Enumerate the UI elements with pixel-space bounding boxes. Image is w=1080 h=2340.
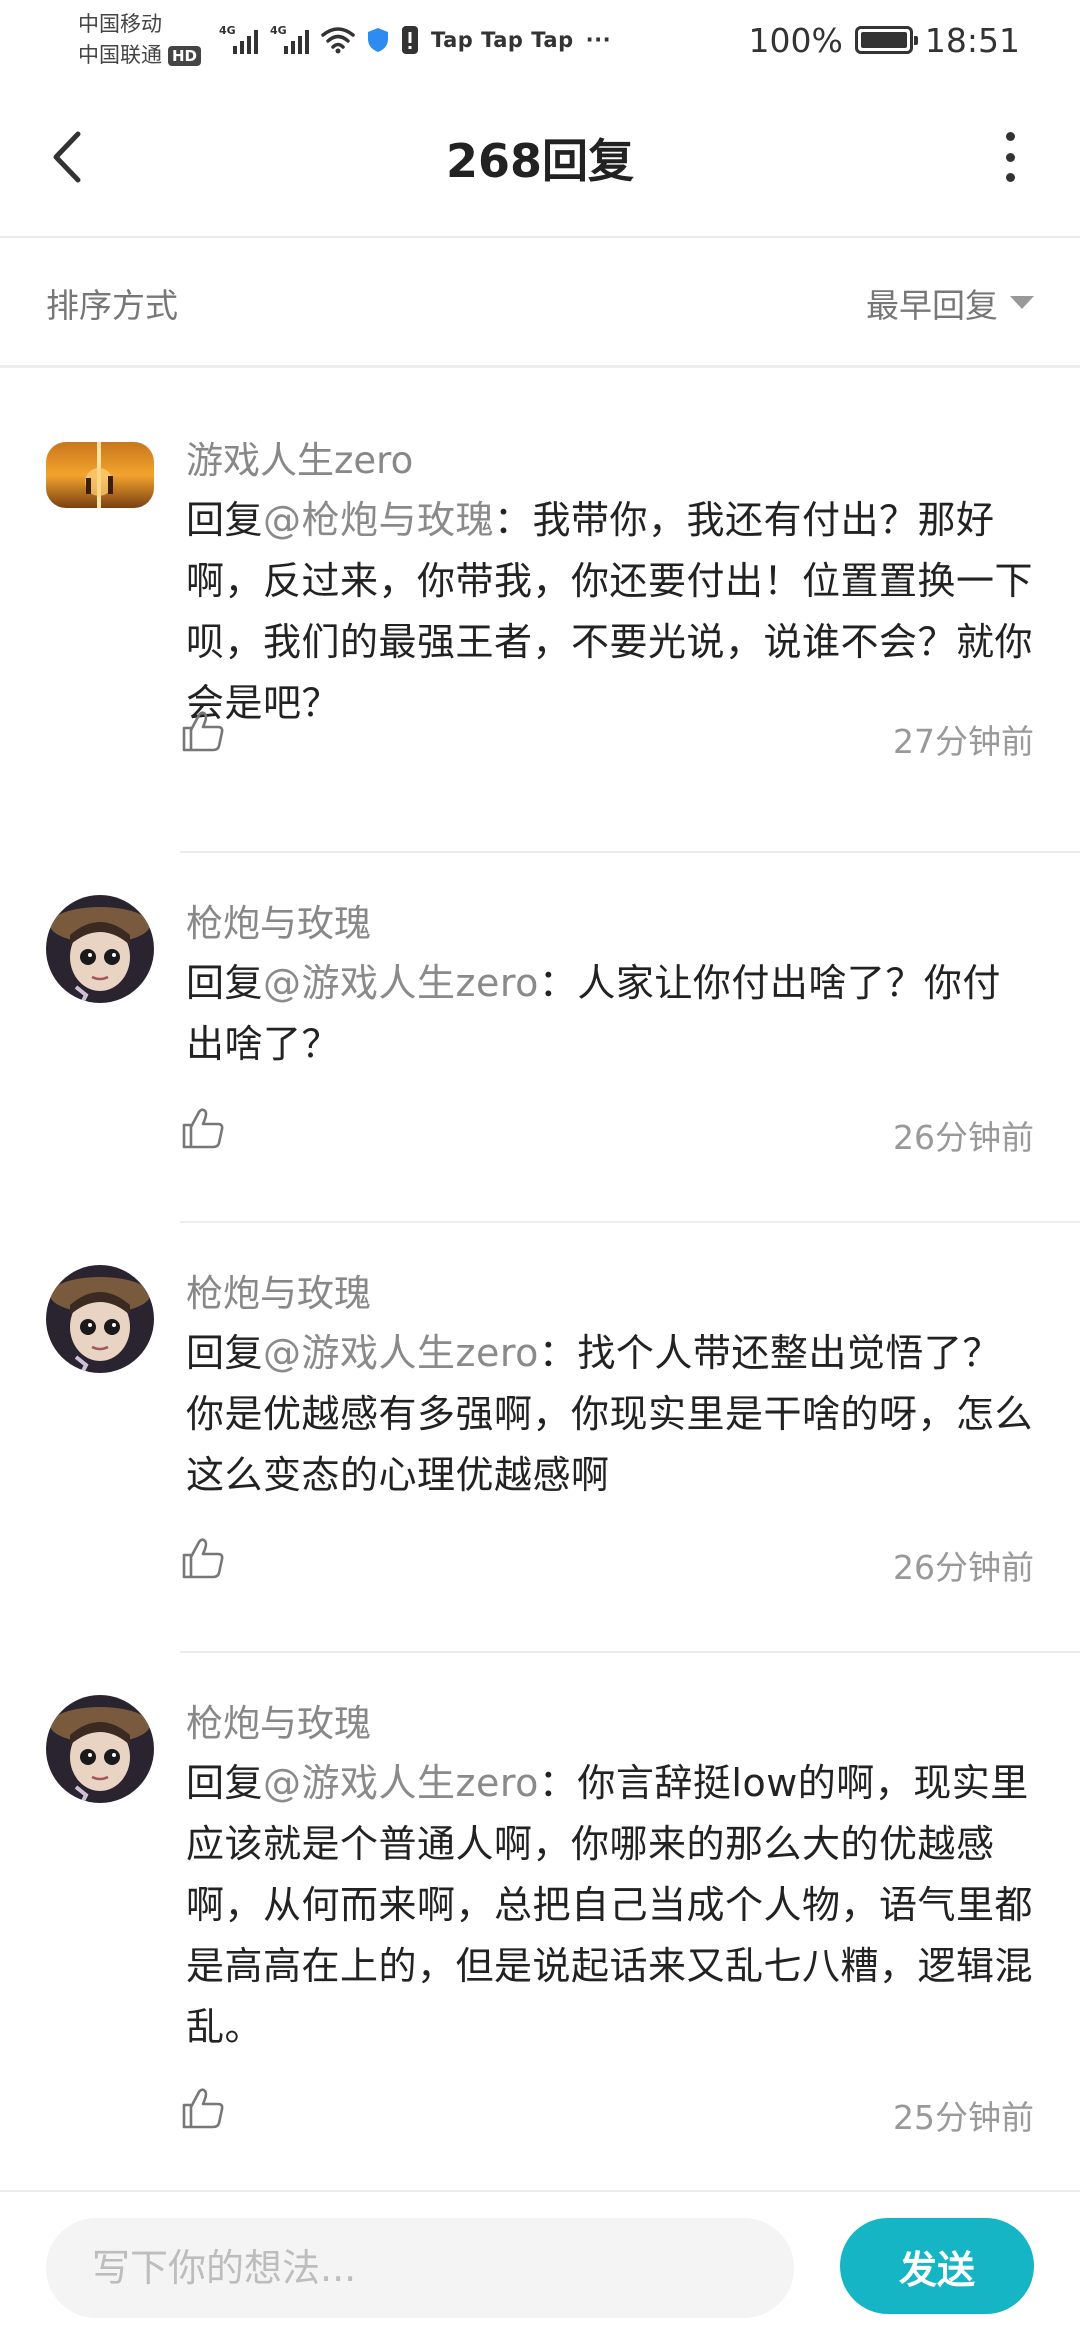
comment-text: 回复@枪炮与玫瑰：我带你，我还有付出？那好啊，反过来，你带我，你还要付出！位置置… <box>186 498 1034 725</box>
comment-text: 回复@游戏人生zero：找个人带还整出觉悟了？你是优越感有多强啊，你现实里是干啥… <box>186 1331 1034 1497</box>
comment-item: 枪炮与玫瑰 回复@游戏人生zero：人家让你付出啥了？你付出啥了？ 26分钟前 <box>0 853 1080 1223</box>
thumbs-up-icon[interactable] <box>180 708 226 754</box>
signal-icon: 4G <box>219 24 259 54</box>
avatar-image <box>46 1265 154 1373</box>
signal-icon: 4G <box>270 24 310 54</box>
battery-percent: 100% <box>748 20 843 60</box>
hd-badge: HD <box>168 45 202 66</box>
mention-link[interactable]: @游戏人生zero <box>263 961 539 1005</box>
avatar-image <box>46 442 154 508</box>
comment-item: 枪炮与玫瑰 回复@游戏人生zero：你言辞挺low的啊，现实里应该就是个普通人啊… <box>0 1653 1080 2183</box>
shield-icon <box>368 28 389 52</box>
comment-text: 回复@游戏人生zero：你言辞挺low的啊，现实里应该就是个普通人啊，你哪来的那… <box>186 1761 1034 2049</box>
alert-icon <box>402 26 419 54</box>
tap-notifications: Tap Tap Tap <box>431 28 574 52</box>
avatar[interactable] <box>46 1695 154 1803</box>
wifi-icon <box>321 27 355 54</box>
overflow-indicator: ··· <box>585 28 612 52</box>
comment-item: 枪炮与玫瑰 回复@游戏人生zero：找个人带还整出觉悟了？你是优越感有多强啊，你… <box>0 1223 1080 1653</box>
comment-username[interactable]: 枪炮与玫瑰 <box>186 1693 371 1747</box>
thumbs-up-icon[interactable] <box>180 2085 226 2131</box>
comment-username[interactable]: 枪炮与玫瑰 <box>186 1263 371 1317</box>
carrier-1: 中国移动 <box>78 12 162 36</box>
carrier-info: 中国移动 中国联通 HD <box>78 9 202 71</box>
mention-link[interactable]: @游戏人生zero <box>263 1761 539 1805</box>
reply-input[interactable] <box>46 2218 794 2318</box>
sort-dropdown[interactable]: 最早回复 <box>866 279 1034 327</box>
comment-list: 游戏人生zero 回复@枪炮与玫瑰：我带你，我还有付出？那好啊，反过来，你带我，… <box>0 370 1080 2183</box>
page-title: 268回复 <box>445 134 635 188</box>
comment-username[interactable]: 枪炮与玫瑰 <box>186 893 371 947</box>
sort-label: 排序方式 <box>46 285 178 325</box>
comment-time: 25分钟前 <box>893 2098 1034 2137</box>
thumbs-up-icon[interactable] <box>180 1105 226 1151</box>
clock: 18:51 <box>924 20 1020 60</box>
avatar-image <box>46 1695 154 1803</box>
mention-link[interactable]: @游戏人生zero <box>263 1331 539 1375</box>
status-bar: 中国移动 中国联通 HD 4G 4G Tap Tap Tap ··· 100% … <box>0 0 1080 80</box>
comment-time: 27分钟前 <box>893 722 1034 761</box>
comment-time: 26分钟前 <box>893 1548 1034 1587</box>
chevron-left-icon[interactable] <box>44 122 88 192</box>
sort-bar: 排序方式 最早回复 <box>0 240 1080 368</box>
comment-item: 游戏人生zero 回复@枪炮与玫瑰：我带你，我还有付出？那好啊，反过来，你带我，… <box>0 370 1080 853</box>
sort-selected-value: 最早回复 <box>866 285 998 325</box>
comment-username[interactable]: 游戏人生zero <box>186 430 413 484</box>
app-header: 268回复 <box>0 80 1080 238</box>
avatar[interactable] <box>46 1265 154 1373</box>
avatar[interactable] <box>46 895 154 1003</box>
carrier-2: 中国联通 <box>78 43 162 67</box>
comment-time: 26分钟前 <box>893 1118 1034 1157</box>
thumbs-up-icon[interactable] <box>180 1535 226 1581</box>
more-vertical-icon[interactable] <box>1000 132 1020 182</box>
send-button[interactable]: 发送 <box>840 2218 1034 2314</box>
caret-down-icon <box>1010 296 1034 309</box>
mention-link[interactable]: @枪炮与玫瑰 <box>263 498 494 542</box>
avatar-image <box>46 895 154 1003</box>
battery-icon <box>854 26 918 54</box>
avatar[interactable] <box>46 442 154 508</box>
reply-composer: 发送 <box>0 2190 1080 2340</box>
comment-text: 回复@游戏人生zero：人家让你付出啥了？你付出啥了？ <box>186 961 1001 1066</box>
